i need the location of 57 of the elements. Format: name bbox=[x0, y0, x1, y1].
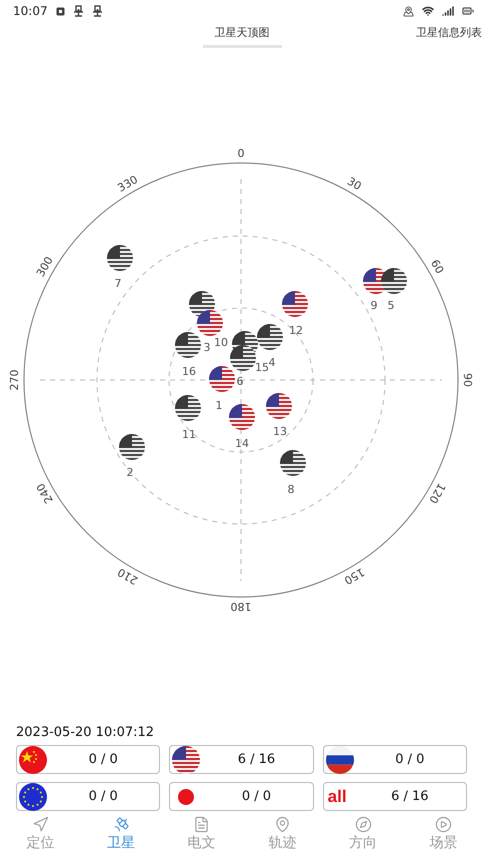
azimuth-label: 0 bbox=[238, 147, 244, 160]
satellite-number: 4 bbox=[268, 356, 276, 370]
satellite-count: 0 / 0 bbox=[394, 752, 426, 767]
azimuth-label: 210 bbox=[115, 565, 140, 588]
satellite-number: 8 bbox=[288, 483, 294, 496]
satellite-count: 0 / 0 bbox=[88, 789, 119, 804]
satellite-number: 5 bbox=[388, 299, 394, 312]
tab[interactable]: 卫星信息列表 bbox=[404, 22, 484, 48]
satellite-number: 14 bbox=[235, 437, 249, 450]
tab[interactable]: 卫星天顶图 bbox=[202, 22, 282, 48]
signal-icon bbox=[442, 5, 454, 17]
navigation-arrow-icon bbox=[32, 816, 49, 833]
satellite-number: 3 bbox=[204, 341, 210, 354]
azimuth-label: 60 bbox=[428, 257, 446, 276]
satellite-count: 0 / 0 bbox=[240, 789, 272, 804]
satellite-number: 2 bbox=[126, 466, 134, 480]
timestamp: 2023-05-20 10:07:12 bbox=[15, 724, 156, 742]
azimuth-label: 90 bbox=[460, 373, 474, 387]
eu-flag-icon bbox=[19, 782, 47, 810]
satellite-count: 0 / 0 bbox=[88, 752, 119, 767]
azimuth-label: 180 bbox=[230, 600, 252, 613]
wifi-icon bbox=[422, 5, 434, 17]
compass-icon bbox=[354, 816, 372, 833]
satellite-number: 11 bbox=[182, 428, 196, 442]
map-pin-icon bbox=[274, 816, 291, 833]
nav-item[interactable]: 轨迹 bbox=[242, 816, 323, 862]
nav-item[interactable]: 电文 bbox=[161, 816, 242, 862]
location-icon bbox=[403, 6, 414, 16]
satellite-icon bbox=[112, 816, 130, 833]
satellite-number: 13 bbox=[273, 425, 287, 438]
russia-flag-icon bbox=[326, 746, 354, 774]
satellite-number: 10 bbox=[214, 336, 228, 350]
satellite-count: 6 / 16 bbox=[236, 752, 276, 767]
document-icon bbox=[193, 816, 210, 833]
satellite-count: 6 / 16 bbox=[390, 789, 430, 804]
azimuth-label: 270 bbox=[8, 370, 22, 390]
satellite-number: 9 bbox=[370, 299, 378, 312]
play-icon bbox=[435, 816, 452, 833]
nav-item[interactable]: 方向 bbox=[322, 816, 404, 862]
usa-flag-icon bbox=[172, 746, 200, 774]
satellite-number: 12 bbox=[289, 324, 303, 338]
notification-icon bbox=[56, 6, 65, 16]
satellite-number: 16 bbox=[182, 365, 196, 378]
nav-item[interactable]: 定位 bbox=[0, 816, 81, 862]
satellite-number: 1 bbox=[216, 399, 222, 412]
nav-item[interactable]: 场景 bbox=[403, 816, 484, 862]
satellite-number: 7 bbox=[114, 277, 122, 290]
satellite-number: 6 bbox=[236, 375, 244, 388]
all-label: all bbox=[326, 786, 348, 806]
battery-icon bbox=[462, 5, 474, 17]
azimuth-label: 30 bbox=[344, 174, 364, 193]
nav-item[interactable]: 卫星 bbox=[80, 816, 162, 862]
satellite-number: 15 bbox=[255, 361, 269, 374]
azimuth-label: 150 bbox=[342, 565, 367, 588]
azimuth-label: 330 bbox=[115, 172, 140, 195]
china-flag-icon bbox=[19, 746, 47, 774]
status-time: 10:07 bbox=[13, 4, 48, 18]
